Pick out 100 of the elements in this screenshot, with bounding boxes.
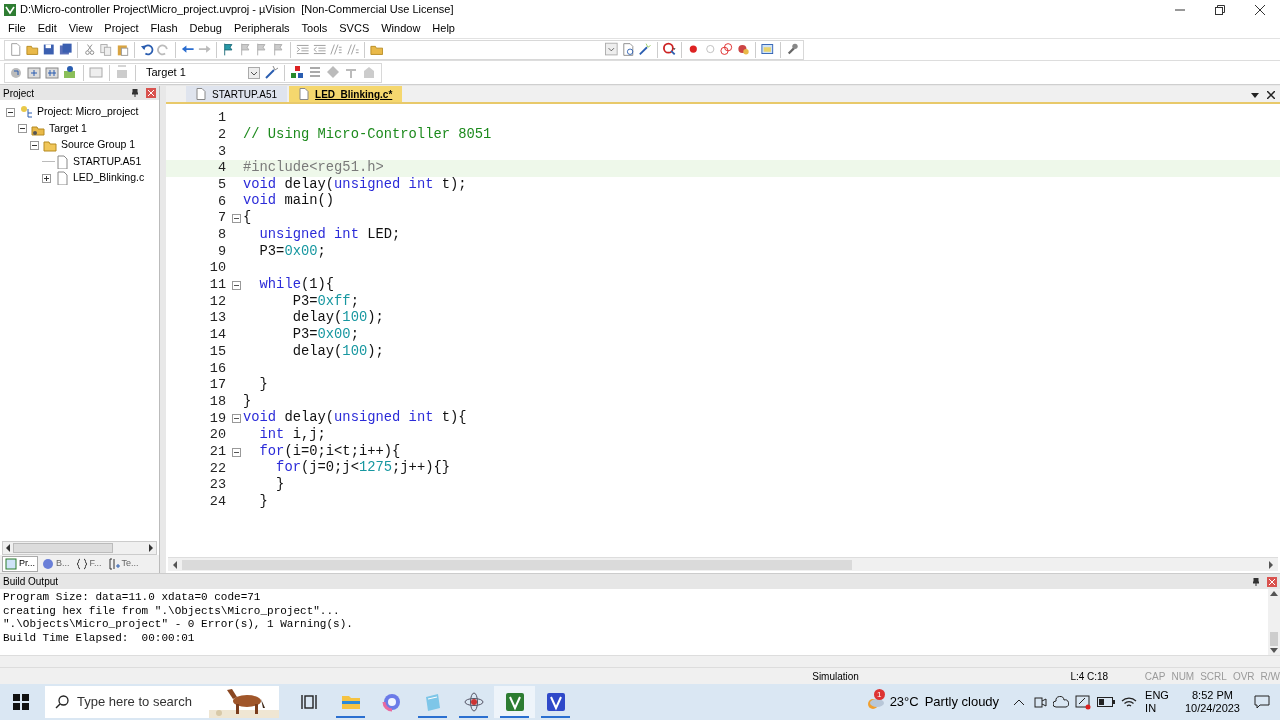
horizontal-scrollbar[interactable] (0, 655, 1280, 667)
line-number: 4 (216, 159, 226, 178)
tree-item[interactable]: STARTUP.A51 (73, 153, 142, 170)
scroll-right-icon[interactable] (148, 544, 154, 552)
menu-item[interactable]: View (62, 20, 99, 37)
save-all-icon[interactable] (58, 42, 72, 57)
collapse-icon[interactable] (18, 124, 27, 134)
search-field[interactable]: Type here to search (45, 686, 279, 718)
breakpoints-kill-icon[interactable] (736, 42, 751, 57)
file-icon (196, 88, 206, 100)
cut-icon[interactable] (82, 42, 97, 57)
weather-widget[interactable]: 1 23°C Partly cloudy (865, 692, 1000, 712)
taskbar-app[interactable] (494, 686, 535, 718)
line-number: 9 (216, 242, 226, 261)
flag-icon[interactable] (222, 42, 236, 57)
debug-search-icon[interactable] (662, 42, 677, 57)
temperature: 23°C (889, 693, 919, 712)
code-line[interactable]: // Using Micro-Controller 8051 (243, 124, 492, 146)
swirl-icon (381, 692, 402, 712)
scroll-left-icon[interactable] (5, 544, 11, 552)
line-number: 18 (208, 392, 226, 411)
code-line[interactable]: delay(100); (243, 341, 384, 363)
menu-item[interactable]: Help (426, 20, 461, 37)
chevron-up-icon[interactable] (1013, 698, 1026, 706)
menu-item[interactable]: Window (375, 20, 427, 37)
vertical-scrollbar[interactable] (1268, 589, 1280, 655)
collapse-icon[interactable] (232, 213, 241, 223)
save-icon[interactable] (42, 42, 56, 57)
language-indicator[interactable]: ENG IN (1145, 689, 1169, 715)
app-tile-icon (504, 692, 525, 712)
collapse-icon[interactable] (232, 280, 241, 290)
scrollbar-thumb[interactable] (182, 559, 852, 570)
wrench-icon[interactable] (785, 42, 800, 57)
scroll-right-icon[interactable] (1268, 560, 1274, 569)
scroll-left-icon[interactable] (172, 560, 178, 569)
wifi-icon[interactable] (1121, 696, 1138, 708)
app-tile-icon (545, 692, 566, 712)
editor-tab[interactable]: STARTUP.A51 (186, 86, 288, 102)
pin-icon[interactable] (132, 89, 138, 97)
code-line[interactable]: while(1){ (243, 274, 335, 296)
panel-tab[interactable]: F... (73, 556, 104, 572)
collapse-icon[interactable] (232, 447, 241, 457)
menu-item[interactable]: Debug (183, 20, 228, 37)
editor-tab[interactable]: LED_Blinking.c* (289, 86, 403, 102)
line-number: 11 (208, 276, 226, 295)
panel-tab[interactable]: Pr... (2, 556, 38, 572)
tree-item[interactable]: Target 1 (49, 120, 87, 137)
code-line[interactable]: } (243, 491, 268, 513)
menu-item[interactable]: Edit (31, 20, 63, 37)
battery-icon[interactable] (1097, 697, 1116, 707)
close-icon[interactable] (1255, 4, 1265, 15)
restore-icon[interactable] (1215, 4, 1225, 15)
close-icon[interactable] (1267, 91, 1275, 99)
clock[interactable]: 8:52 PM 10/24/2023 (1184, 689, 1240, 715)
template-icon (107, 558, 120, 570)
menu-item[interactable]: Peripherals (227, 20, 296, 37)
status-text: Simulation (812, 669, 860, 684)
scrollbar-thumb[interactable] (13, 543, 113, 553)
horizontal-scrollbar[interactable] (2, 541, 157, 555)
file-icon (55, 171, 69, 186)
start-icon[interactable] (13, 694, 29, 710)
scroll-down-icon[interactable] (1270, 648, 1278, 653)
code-line[interactable]: } (243, 391, 252, 413)
output-line: Program Size: data=11.0 xdata=0 code=71 (3, 591, 262, 605)
pin-icon[interactable] (1253, 577, 1259, 586)
menu-item[interactable]: Project (98, 20, 145, 37)
braces-icon (75, 558, 88, 570)
menu-item[interactable]: SVCS (333, 20, 376, 37)
cloud-icon[interactable] (1053, 696, 1070, 708)
paste-icon[interactable] (115, 42, 130, 57)
scrollbar-thumb[interactable] (1270, 632, 1278, 646)
expand-icon[interactable] (42, 173, 51, 183)
status-indicator: OVR (1232, 669, 1255, 684)
line-number: 3 (216, 142, 226, 161)
collapse-icon[interactable] (6, 107, 15, 117)
pen-tablet-icon[interactable] (1075, 694, 1092, 710)
window-layout-icon[interactable] (761, 42, 775, 57)
menu-item[interactable]: File (2, 20, 32, 37)
panel-tab[interactable]: B... (40, 556, 72, 572)
code-line[interactable]: delay(100); (243, 308, 384, 329)
notification-icon[interactable] (1254, 695, 1270, 709)
tree-item[interactable]: Project: Micro_project (37, 104, 139, 121)
undo-icon[interactable] (140, 42, 154, 57)
menu-item[interactable]: Flash (144, 20, 184, 37)
tree-item[interactable]: LED_Blinking.c (73, 170, 145, 187)
line-number: 6 (216, 192, 226, 211)
panel-tab[interactable]: Te... (105, 556, 141, 572)
collapse-icon[interactable] (232, 414, 241, 424)
breakpoints-clear-icon[interactable] (720, 42, 734, 57)
menu-item[interactable]: Tools (295, 20, 334, 37)
magic-wand-icon[interactable] (638, 42, 652, 57)
find-in-files-icon[interactable] (621, 42, 636, 57)
collapse-icon[interactable] (30, 140, 39, 150)
status-indicator: NUM (1171, 669, 1195, 684)
scroll-up-icon[interactable] (1270, 591, 1278, 596)
horizontal-scrollbar[interactable] (168, 557, 1278, 571)
line-number: 24 (208, 493, 226, 512)
dropdown-icon[interactable] (1251, 93, 1259, 98)
folder-icon (43, 138, 57, 153)
tree-item[interactable]: Source Group 1 (61, 137, 136, 154)
